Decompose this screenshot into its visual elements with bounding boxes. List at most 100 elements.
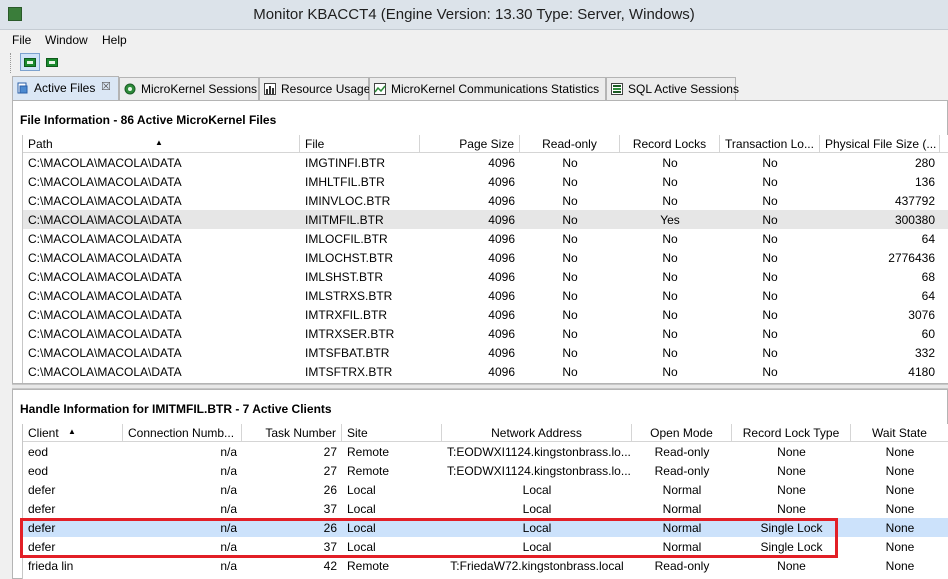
table-row[interactable]: C:\MACOLA\MACOLA\DATA IMLOCFIL.BTR 4096 No N… [23, 229, 948, 248]
table-cell: 4096 [488, 346, 515, 360]
table-row[interactable]: eod n/a 27 Remote T:EODWXI1124.kingstonbrass… [23, 461, 948, 480]
active-files-icon [17, 82, 28, 94]
refresh-icon [24, 58, 36, 67]
line-chart-icon [374, 83, 386, 95]
table-row[interactable]: C:\MACOLA\MACOLA\DATA IMHLTFIL.BTR 4096 No N… [23, 172, 948, 191]
col-page-size[interactable]: Page Size [420, 135, 520, 153]
col-record-lock-type[interactable]: Record Lock Type [732, 424, 851, 442]
table-row[interactable]: frieda lin n/a 42 Remote T:FriedaW72.kingsto… [23, 556, 948, 575]
table-cell: No [662, 346, 678, 360]
title-bar: Monitor KBACCT4 (Engine Version: 13.30 T… [0, 0, 948, 30]
table-row[interactable]: C:\MACOLA\MACOLA\DATA IMITMFIL.BTR 4096 No Y… [23, 210, 948, 229]
table-cell: No [562, 194, 578, 208]
table-cell: No [662, 194, 678, 208]
table-cell: No [562, 308, 578, 322]
monitor-button[interactable] [42, 53, 62, 71]
table-row[interactable]: eod n/a 27 Remote T:EODWXI1124.kingstonbrass… [23, 442, 948, 461]
table-row[interactable]: defer n/a 26 Local Local Normal None None [23, 480, 948, 499]
tab-sql-active-sessions[interactable]: SQL Active Sessions [606, 77, 739, 100]
toolbar-grip[interactable] [10, 53, 13, 73]
close-icon[interactable]: ☒ [101, 80, 111, 93]
table-cell: n/a [220, 540, 237, 554]
table-row[interactable]: C:\MACOLA\MACOLA\DATA IMTSFBAT.BTR 4096 No N… [23, 343, 948, 362]
table-row[interactable]: C:\MACOLA\MACOLA\DATA IMINVLOC.BTR 4096 No N… [23, 191, 948, 210]
table-cell: No [762, 346, 778, 360]
table-cell: Local [347, 540, 376, 554]
col-record-locks[interactable]: Record Locks [620, 135, 720, 153]
handle-table-header: Client ▲ Connection Numb... Task Number S… [23, 424, 948, 442]
table-cell: IMITMFIL.BTR [305, 213, 384, 227]
table-cell: None [885, 540, 915, 554]
col-path[interactable]: Path ▲ [23, 135, 300, 153]
table-cell: C:\MACOLA\MACOLA\DATA [28, 365, 182, 379]
table-cell: frieda lin [28, 559, 74, 573]
table-row[interactable]: C:\MACOLA\MACOLA\DATA IMTRXFIL.BTR 4096 No N… [23, 305, 948, 324]
menu-file[interactable]: File [12, 33, 31, 47]
file-table-body: C:\MACOLA\MACOLA\DATA IMGTINFI.BTR 4096 No N… [23, 153, 948, 381]
table-cell: IMGTINFI.BTR [305, 156, 385, 170]
table-cell: 4096 [488, 156, 515, 170]
col-site[interactable]: Site [342, 424, 442, 442]
table-row[interactable]: defer n/a 37 Local Local Normal None None [23, 499, 948, 518]
col-physical-file-size[interactable]: Physical File Size (... [820, 135, 940, 153]
table-cell: Normal [662, 483, 702, 497]
table-row[interactable]: C:\MACOLA\MACOLA\DATA IMLSTRXS.BTR 4096 No N… [23, 286, 948, 305]
table-cell: No [762, 156, 778, 170]
col-read-only[interactable]: Read-only [520, 135, 620, 153]
table-cell: 64 [921, 289, 935, 303]
table-row[interactable]: C:\MACOLA\MACOLA\DATA IMTRXSER.BTR 4096 No N… [23, 324, 948, 343]
tab-communications-statistics[interactable]: MicroKernel Communications Statistics [369, 77, 606, 100]
col-task-number[interactable]: Task Number [242, 424, 342, 442]
table-cell: defer [28, 483, 56, 497]
table-cell: Read-only [654, 559, 710, 573]
table-cell: 4180 [908, 365, 935, 379]
table-cell: No [662, 289, 678, 303]
table-row[interactable]: C:\MACOLA\MACOLA\DATA IMTSFTRX.BTR 4096 No N… [23, 362, 948, 381]
table-cell: 2776436 [888, 251, 935, 265]
table-cell: No [762, 327, 778, 341]
col-connection-number[interactable]: Connection Numb... [123, 424, 242, 442]
table-cell: 42 [323, 559, 337, 573]
table-cell: 4096 [488, 175, 515, 189]
table-cell: No [662, 327, 678, 341]
tab-active-files[interactable]: Active Files ☒ [12, 76, 119, 100]
col-transaction-locks[interactable]: Transaction Lo... [720, 135, 820, 153]
table-cell: 26 [323, 483, 337, 497]
table-cell: None [777, 559, 806, 573]
table-row[interactable]: defer n/a 26 Local Local Normal Single Lock Non… [23, 518, 948, 537]
col-open-mode[interactable]: Open Mode [632, 424, 732, 442]
table-cell: No [762, 251, 778, 265]
menu-help[interactable]: Help [102, 33, 127, 47]
table-cell: T:EODWXI1124.kingstonbrass.lo... [447, 464, 631, 478]
table-cell: None [777, 502, 806, 516]
table-cell: 4096 [488, 270, 515, 284]
table-cell: 4096 [488, 365, 515, 379]
table-cell: Single Lock [760, 521, 823, 535]
col-file[interactable]: File [300, 135, 420, 153]
refresh-button[interactable] [20, 53, 40, 71]
table-row[interactable]: C:\MACOLA\MACOLA\DATA IMLOCHST.BTR 4096 No N… [23, 248, 948, 267]
col-wait-state[interactable]: Wait State [851, 424, 948, 442]
table-row[interactable]: C:\MACOLA\MACOLA\DATA IMLSHST.BTR 4096 No No… [23, 267, 948, 286]
table-cell: No [562, 156, 578, 170]
table-cell: n/a [220, 559, 237, 573]
table-cell: No [662, 156, 678, 170]
sort-ascending-icon: ▲ [155, 138, 163, 147]
table-cell: Local [522, 502, 552, 516]
handle-information-table: Client ▲ Connection Numb... Task Number S… [22, 424, 948, 579]
table-cell: 60 [921, 327, 935, 341]
col-client[interactable]: Client ▲ [23, 424, 123, 442]
tab-resource-usage[interactable]: Resource Usage [259, 77, 370, 100]
table-cell: None [777, 445, 806, 459]
tab-microkernel-sessions[interactable]: MicroKernel Sessions [119, 77, 259, 100]
table-cell: C:\MACOLA\MACOLA\DATA [28, 308, 182, 322]
table-cell: No [762, 194, 778, 208]
table-cell: n/a [220, 521, 237, 535]
window-title: Monitor KBACCT4 (Engine Version: 13.30 T… [253, 6, 695, 23]
col-network-address[interactable]: Network Address [442, 424, 632, 442]
table-cell: Remote [347, 464, 390, 478]
table-row[interactable]: defer n/a 37 Local Local Normal Single Lock Non… [23, 537, 948, 556]
table-cell: No [562, 270, 578, 284]
table-row[interactable]: C:\MACOLA\MACOLA\DATA IMGTINFI.BTR 4096 No N… [23, 153, 948, 172]
menu-window[interactable]: Window [45, 33, 88, 47]
